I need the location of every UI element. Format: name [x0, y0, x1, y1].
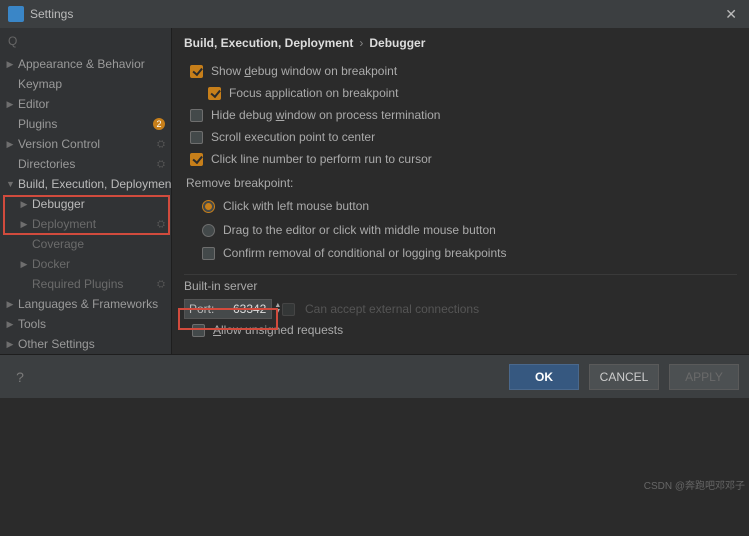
checkbox-icon[interactable]	[190, 109, 203, 122]
plugins-badge: 2	[153, 118, 165, 130]
sidebar-item-plugins[interactable]: Plugins2	[0, 114, 171, 134]
help-button[interactable]: ?	[10, 367, 30, 387]
main-panel: Build, Execution, Deployment › Debugger …	[172, 28, 749, 354]
opt-focus-app[interactable]: Focus application on breakpoint	[208, 82, 737, 104]
gear-icon: ⛭	[157, 219, 165, 230]
search-icon: Q	[8, 34, 17, 48]
sidebar-item-build[interactable]: Build, Execution, Deployment	[0, 174, 171, 194]
checkbox-icon[interactable]	[208, 87, 221, 100]
sidebar-item-required-plugins[interactable]: Required Plugins⛭	[0, 274, 171, 294]
opt-show-debug[interactable]: Show debug window on breakpoint	[190, 60, 737, 82]
sidebar-item-vcs[interactable]: Version Control⛭	[0, 134, 171, 154]
breadcrumb-root[interactable]: Build, Execution, Deployment	[184, 36, 353, 50]
breadcrumb-leaf: Debugger	[369, 36, 425, 50]
footer: ? OK CANCEL APPLY	[0, 354, 749, 398]
port-input[interactable]	[222, 302, 266, 316]
port-field[interactable]: Port: ▲▼	[184, 299, 272, 319]
checkbox-icon[interactable]	[190, 65, 203, 78]
opt-allow-unsigned[interactable]: Allow unsigned requests	[192, 319, 737, 341]
opt-click-line[interactable]: Click line number to perform run to curs…	[190, 148, 737, 170]
remove-bp-label: Remove breakpoint:	[186, 176, 737, 190]
watermark: CSDN @奔跑吧邓邓子	[644, 477, 745, 492]
settings-tree: Appearance & Behavior Keymap Editor Plug…	[0, 54, 171, 354]
breadcrumb: Build, Execution, Deployment › Debugger	[184, 34, 737, 60]
apply-button[interactable]: APPLY	[669, 364, 739, 390]
close-icon[interactable]: ✕	[721, 6, 741, 23]
sidebar-item-directories[interactable]: Directories⛭	[0, 154, 171, 174]
checkbox-icon[interactable]	[282, 303, 295, 316]
ok-button[interactable]: OK	[509, 364, 579, 390]
checkbox-icon[interactable]	[190, 153, 203, 166]
window-title: Settings	[30, 7, 721, 21]
chevron-right-icon: ›	[359, 36, 363, 50]
checkbox-icon[interactable]	[192, 324, 205, 337]
search-input[interactable]	[17, 34, 172, 48]
radio-icon[interactable]	[202, 224, 215, 237]
sidebar-item-languages[interactable]: Languages & Frameworks	[0, 294, 171, 314]
sidebar-item-coverage[interactable]: Coverage	[0, 234, 171, 254]
sidebar-item-keymap[interactable]: Keymap	[0, 74, 171, 94]
sidebar-item-other[interactable]: Other Settings	[0, 334, 171, 354]
radio-icon[interactable]	[202, 200, 215, 213]
checkbox-icon[interactable]	[202, 247, 215, 260]
search-row: Q	[0, 28, 171, 54]
rb-middle-click[interactable]: Drag to the editor or click with middle …	[202, 218, 737, 242]
builtin-server-title: Built-in server	[184, 274, 737, 293]
gear-icon: ⛭	[157, 139, 165, 150]
rb-left-click[interactable]: Click with left mouse button	[202, 194, 737, 218]
sidebar: Q Appearance & Behavior Keymap Editor Pl…	[0, 28, 172, 354]
sidebar-item-appearance[interactable]: Appearance & Behavior	[0, 54, 171, 74]
cancel-button[interactable]: CANCEL	[589, 364, 659, 390]
ext-connections-label: Can accept external connections	[305, 302, 479, 316]
checkbox-icon[interactable]	[190, 131, 203, 144]
app-icon	[8, 6, 24, 22]
sidebar-item-docker[interactable]: Docker	[0, 254, 171, 274]
sidebar-item-debugger[interactable]: Debugger	[0, 194, 171, 214]
opt-hide-debug[interactable]: Hide debug window on process termination	[190, 104, 737, 126]
gear-icon: ⛭	[157, 159, 165, 170]
titlebar: Settings ✕	[0, 0, 749, 28]
opt-confirm-remove[interactable]: Confirm removal of conditional or loggin…	[202, 242, 737, 264]
sidebar-item-editor[interactable]: Editor	[0, 94, 171, 114]
port-label: Port:	[189, 302, 214, 316]
gear-icon: ⛭	[157, 279, 165, 290]
sidebar-item-deployment[interactable]: Deployment⛭	[0, 214, 171, 234]
opt-scroll-center[interactable]: Scroll execution point to center	[190, 126, 737, 148]
stepper-icon[interactable]: ▲▼	[274, 303, 281, 315]
sidebar-item-tools[interactable]: Tools	[0, 314, 171, 334]
